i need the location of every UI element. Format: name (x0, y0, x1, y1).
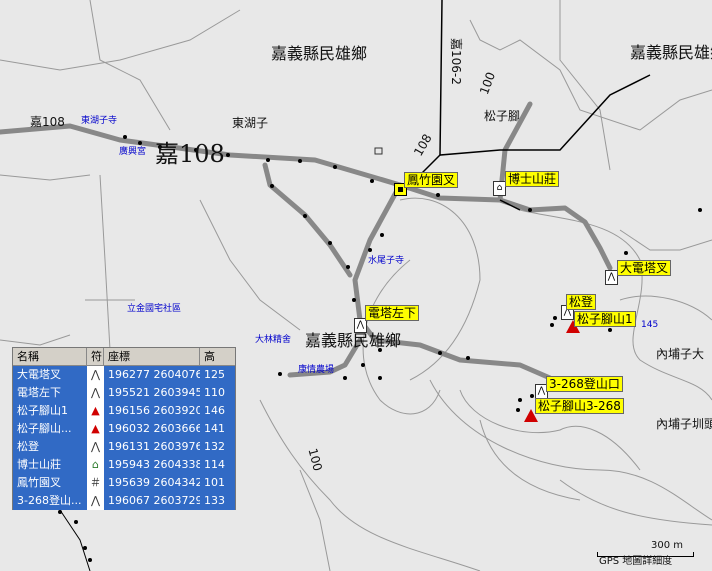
trail-icon: ⋀ (87, 384, 104, 402)
scale-caption: GPS 地圖詳細度 (599, 556, 673, 567)
poi-elev-145: 145 (641, 320, 659, 330)
summit-icon: ▲ (87, 420, 104, 438)
trail-icon: ⋀ (87, 492, 104, 510)
junction-icon: ＃ (87, 474, 104, 492)
cell-elev: 125 (200, 366, 235, 384)
road-label-106-2: 嘉106-2 (449, 38, 463, 85)
cell-name: 松登 (13, 438, 87, 456)
cell-elev: 132 (200, 438, 235, 456)
cell-elev: 110 (200, 384, 235, 402)
cell-name: 大電塔叉 (13, 366, 87, 384)
track-tail (59, 509, 91, 571)
place-songzijiao: 松子腳 (484, 109, 521, 123)
village-marker (374, 147, 383, 155)
poi-dalin-monastery: 大林精舍 (255, 335, 292, 345)
waypoint-boshishanzhuang[interactable]: 博士山莊 (505, 171, 560, 187)
cell-elev: 146 (200, 402, 235, 420)
table-row[interactable]: 3-268登山... ⋀ 196067 2603729 133 (13, 492, 235, 510)
poi-lijin-community: 立金國宅社區 (127, 304, 182, 314)
column-header-symbol[interactable]: 符 (87, 348, 104, 365)
table-row[interactable]: 電塔左下 ⋀ 195521 2603945 110 (13, 384, 235, 402)
cell-name: 鳳竹園叉 (13, 474, 87, 492)
road-label-jia108-big: 嘉108 (155, 140, 225, 168)
cell-coord: 196156 2603920 (104, 402, 200, 420)
cell-elev: 141 (200, 420, 235, 438)
cell-coord: 196277 2604076 (104, 366, 200, 384)
table-row[interactable]: 松子腳山... ▲ 196032 2603666 141 (13, 420, 235, 438)
place-donghuzi: 東湖子 (232, 116, 269, 130)
column-header-coord[interactable]: 座標 (104, 348, 200, 365)
cell-name: 電塔左下 (13, 384, 87, 402)
waypoint-songzijiaoshan1[interactable]: 松子腳山1 (574, 311, 636, 327)
cell-elev: 133 (200, 492, 235, 510)
cell-coord: 195639 2604342 (104, 474, 200, 492)
place-neipuzikan: 內埔子圳頭 (656, 417, 712, 431)
table-row[interactable]: 松登 ⋀ 196131 2603976 132 (13, 438, 235, 456)
place-minxiong-ne: 嘉義縣民雄鄉 (630, 43, 712, 62)
poi-farm: 康情農場 (298, 365, 335, 375)
cell-elev: 114 (200, 456, 235, 474)
poi-donghuzi-temple: 東湖子寺 (81, 116, 118, 126)
poi-weizi-temple: 水尾子寺 (368, 256, 405, 266)
column-header-name[interactable]: 名稱 (13, 348, 87, 365)
waypoint-fengzhuyuan[interactable]: 鳳竹園叉 (404, 172, 459, 188)
column-header-elev[interactable]: 高 (200, 348, 235, 365)
cell-coord: 196067 2603729 (104, 492, 200, 510)
cell-name: 松子腳山1 (13, 402, 87, 420)
table-row[interactable]: 博士山莊 ⌂ 195943 2604338 114 (13, 456, 235, 474)
summit-icon: ▲ (87, 402, 104, 420)
cell-coord: 195521 2603945 (104, 384, 200, 402)
cell-elev: 101 (200, 474, 235, 492)
place-minxiong-c: 嘉義縣民雄鄉 (305, 331, 402, 350)
poi-guangxinggong: 廣興宮 (119, 147, 147, 157)
table-row[interactable]: 大電塔叉 ⋀ 196277 2604076 125 (13, 366, 235, 384)
table-row[interactable]: 松子腳山1 ▲ 196156 2603920 146 (13, 402, 235, 420)
road-label-jia108-small: 嘉108 (30, 115, 65, 129)
waypoint-songzijiaoshan-3268[interactable]: 松子腳山3-268 (535, 398, 624, 414)
cell-name: 博士山莊 (13, 456, 87, 474)
scale-distance: 300 m (651, 540, 684, 551)
cell-name: 松子腳山... (13, 420, 87, 438)
waypoint-trailhead-3268[interactable]: 3-268登山口 (546, 376, 623, 392)
topo-map[interactable]: 嘉義縣民雄鄉 嘉義縣民雄鄉 嘉義縣民雄鄉 東湖子 松子腳 內埔子大 內埔子圳頭 … (0, 0, 712, 571)
cell-coord: 196131 2603976 (104, 438, 200, 456)
cell-coord: 196032 2603666 (104, 420, 200, 438)
waypoint-diantazuoxia[interactable]: 電塔左下 (365, 305, 420, 321)
table-row[interactable]: 鳳竹園叉＃ 195639 2604342 101 (13, 474, 235, 492)
place-neipuzida: 內埔子大 (656, 347, 705, 361)
trail-icon: ⋀ (87, 438, 104, 456)
waypoint-dadiantachagu[interactable]: 大電塔叉 (617, 260, 672, 276)
waypoint-songdeng[interactable]: 松登 (566, 294, 597, 310)
cell-coord: 195943 2604338 (104, 456, 200, 474)
waypoint-list-header: 名稱 符 座標 高 (13, 348, 235, 366)
trail-icon: ⋀ (87, 366, 104, 384)
waypoint-list[interactable]: 名稱 符 座標 高 大電塔叉 ⋀ 196277 2604076 125 電塔左下 ⋀ 19… (12, 347, 236, 510)
building-icon: ⌂ (87, 456, 104, 474)
place-minxiong-n: 嘉義縣民雄鄉 (271, 44, 368, 63)
cell-name: 3-268登山... (13, 492, 87, 510)
